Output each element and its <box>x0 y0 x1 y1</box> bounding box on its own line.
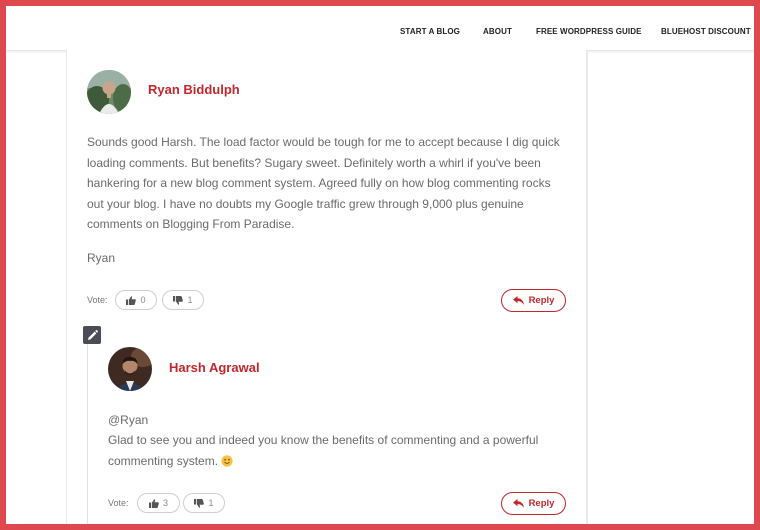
upvote-count: 0 <box>140 295 146 305</box>
reply-label: Reply <box>528 295 555 306</box>
avatar <box>108 347 152 391</box>
pencil-icon <box>87 329 98 340</box>
thumbs-down-icon <box>173 295 184 305</box>
downvote-button[interactable]: 1 <box>183 493 225 513</box>
upvote-button[interactable]: 0 <box>115 290 157 310</box>
upvote-count: 3 <box>162 498 168 508</box>
avatar-harsh-image <box>108 347 152 391</box>
nav-start-a-blog[interactable]: START A BLOG <box>400 27 460 36</box>
reply-label: Reply <box>528 498 555 509</box>
comment-text: Glad to see you and indeed you know the … <box>108 430 568 471</box>
downvote-button[interactable]: 1 <box>162 290 204 310</box>
thumbs-up-icon <box>126 295 137 305</box>
thumbs-up-icon <box>148 498 159 508</box>
downvote-count: 1 <box>208 498 214 508</box>
nav-about[interactable]: ABOUT <box>483 27 512 36</box>
comment-text-body: Glad to see you and indeed you know the … <box>108 433 539 468</box>
top-navigation-bar: START A BLOG ABOUT FREE WORDPRESS GUIDE … <box>6 6 754 51</box>
comment-author-name[interactable]: Harsh Agrawal <box>169 360 260 375</box>
thumbs-down-icon <box>194 498 205 508</box>
vote-label: Vote: <box>87 295 108 305</box>
comment-author-name[interactable]: Ryan Biddulph <box>148 82 240 97</box>
nav-free-wordpress-guide[interactable]: FREE WORDPRESS GUIDE <box>536 27 642 36</box>
reply-button[interactable]: Reply <box>501 289 566 312</box>
reply-thread-line <box>87 344 88 524</box>
comment-signature: Ryan <box>87 251 116 265</box>
nav-bluehost-discount[interactable]: BLUEHOST DISCOUNT <box>661 27 751 36</box>
reply-button[interactable]: Reply <box>501 492 566 515</box>
main-nav: START A BLOG ABOUT FREE WORDPRESS GUIDE … <box>6 27 754 41</box>
comment-mention[interactable]: @Ryan <box>108 410 568 431</box>
smiley-emoji <box>221 454 233 467</box>
vote-label: Vote: <box>108 498 129 508</box>
avatar <box>87 70 131 114</box>
comment-text: Sounds good Harsh. The load factor would… <box>87 135 560 231</box>
sidebar-divider <box>586 50 587 524</box>
reply-arrow-icon <box>512 499 524 508</box>
avatar-ryan-image <box>87 70 131 114</box>
reply-arrow-icon <box>512 296 524 305</box>
reply-thread-badge <box>83 326 101 344</box>
downvote-count: 1 <box>187 295 193 305</box>
upvote-button[interactable]: 3 <box>137 493 180 513</box>
